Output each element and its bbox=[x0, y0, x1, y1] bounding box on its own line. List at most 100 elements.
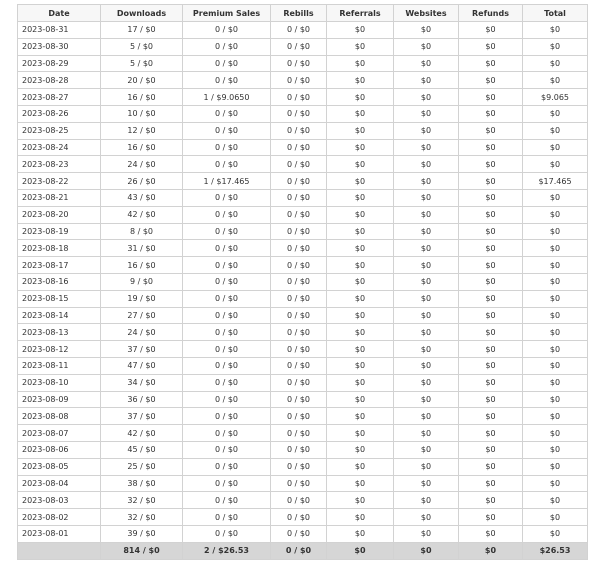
total-cell: $0 bbox=[522, 474, 588, 493]
total-cell: $0 bbox=[522, 340, 588, 358]
websites-cell: $0 bbox=[393, 104, 459, 123]
date-cell: 2023-08-15 bbox=[17, 289, 101, 308]
premium-sales-cell: 0 / $0 bbox=[182, 121, 271, 140]
downloads-cell: 5 / $0 bbox=[100, 54, 183, 73]
column-header-downloads[interactable]: Downloads bbox=[100, 4, 183, 22]
refunds-cell: $0 bbox=[458, 340, 523, 358]
refunds-cell: $0 bbox=[458, 188, 523, 207]
totals-premium-sales-cell: 2 / $26.53 bbox=[182, 541, 271, 560]
date-cell: 2023-08-22 bbox=[17, 172, 101, 190]
table-row: 2023-08-12 37 / $0 0 / $0 0 / $0 $0 $0 $0 $0 bbox=[17, 340, 588, 358]
downloads-cell: 25 / $0 bbox=[100, 457, 183, 476]
referrals-cell: $0 bbox=[326, 457, 394, 476]
referrals-cell: $0 bbox=[326, 390, 394, 409]
table-row: 2023-08-27 16 / $0 1 / $9.0650 0 / $0 $0 $0 $0… bbox=[17, 88, 588, 106]
referrals-cell: $0 bbox=[326, 524, 394, 543]
rebills-cell: 0 / $0 bbox=[270, 71, 327, 90]
date-cell: 2023-08-30 bbox=[17, 37, 101, 56]
premium-sales-cell: 0 / $0 bbox=[182, 239, 271, 258]
premium-sales-cell: 0 / $0 bbox=[182, 474, 271, 493]
websites-cell: $0 bbox=[393, 71, 459, 90]
refunds-cell: $0 bbox=[458, 205, 523, 224]
column-header-total[interactable]: Total bbox=[522, 4, 588, 22]
premium-sales-cell: 0 / $0 bbox=[182, 71, 271, 90]
referrals-cell: $0 bbox=[326, 88, 394, 106]
column-header-rebills[interactable]: Rebills bbox=[270, 4, 327, 22]
column-header-date[interactable]: Date bbox=[17, 4, 101, 22]
refunds-cell: $0 bbox=[458, 239, 523, 258]
downloads-cell: 32 / $0 bbox=[100, 491, 183, 510]
rebills-cell: 0 / $0 bbox=[270, 138, 327, 157]
table-row: 2023-08-06 45 / $0 0 / $0 0 / $0 $0 $0 $0 $0 bbox=[17, 440, 588, 459]
total-cell: $0 bbox=[522, 138, 588, 157]
referrals-cell: $0 bbox=[326, 356, 394, 375]
refunds-cell: $0 bbox=[458, 306, 523, 325]
total-cell: $0 bbox=[522, 155, 588, 174]
downloads-cell: 12 / $0 bbox=[100, 121, 183, 140]
referrals-cell: $0 bbox=[326, 323, 394, 342]
referrals-cell: $0 bbox=[326, 256, 394, 274]
refunds-cell: $0 bbox=[458, 491, 523, 510]
table-row: 2023-08-18 31 / $0 0 / $0 0 / $0 $0 $0 $0 $0 bbox=[17, 239, 588, 258]
total-cell: $17.465 bbox=[522, 172, 588, 190]
downloads-cell: 47 / $0 bbox=[100, 356, 183, 375]
table-row: 2023-08-31 17 / $0 0 / $0 0 / $0 $0 $0 $0 $0 bbox=[17, 21, 588, 39]
referrals-cell: $0 bbox=[326, 71, 394, 90]
column-header-websites[interactable]: Websites bbox=[393, 4, 459, 22]
referrals-cell: $0 bbox=[326, 37, 394, 56]
total-cell: $0 bbox=[522, 491, 588, 510]
column-header-referrals[interactable]: Referrals bbox=[326, 4, 394, 22]
websites-cell: $0 bbox=[393, 256, 459, 274]
premium-sales-cell: 0 / $0 bbox=[182, 491, 271, 510]
total-cell: $0 bbox=[522, 54, 588, 73]
websites-cell: $0 bbox=[393, 407, 459, 426]
table-row: 2023-08-25 12 / $0 0 / $0 0 / $0 $0 $0 $0 $0 bbox=[17, 121, 588, 140]
date-cell: 2023-08-31 bbox=[17, 21, 101, 39]
premium-sales-cell: 0 / $0 bbox=[182, 340, 271, 358]
premium-sales-cell: 0 / $0 bbox=[182, 440, 271, 459]
refunds-cell: $0 bbox=[458, 88, 523, 106]
premium-sales-cell: 1 / $9.0650 bbox=[182, 88, 271, 106]
date-cell: 2023-08-08 bbox=[17, 407, 101, 426]
total-cell: $9.065 bbox=[522, 88, 588, 106]
websites-cell: $0 bbox=[393, 289, 459, 308]
total-cell: $0 bbox=[522, 390, 588, 409]
stats-table: Date Downloads Premium Sales Rebills Ref… bbox=[17, 4, 588, 560]
websites-cell: $0 bbox=[393, 373, 459, 392]
date-cell: 2023-08-21 bbox=[17, 188, 101, 207]
refunds-cell: $0 bbox=[458, 474, 523, 493]
table-row: 2023-08-07 42 / $0 0 / $0 0 / $0 $0 $0 $0 $0 bbox=[17, 424, 588, 442]
referrals-cell: $0 bbox=[326, 188, 394, 207]
refunds-cell: $0 bbox=[458, 37, 523, 56]
column-header-refunds[interactable]: Refunds bbox=[458, 4, 523, 22]
column-header-premium-sales[interactable]: Premium Sales bbox=[182, 4, 271, 22]
downloads-cell: 16 / $0 bbox=[100, 88, 183, 106]
referrals-cell: $0 bbox=[326, 491, 394, 510]
referrals-cell: $0 bbox=[326, 508, 394, 526]
date-cell: 2023-08-27 bbox=[17, 88, 101, 106]
referrals-cell: $0 bbox=[326, 272, 394, 291]
premium-sales-cell: 0 / $0 bbox=[182, 306, 271, 325]
total-cell: $0 bbox=[522, 188, 588, 207]
downloads-cell: 42 / $0 bbox=[100, 205, 183, 224]
total-cell: $0 bbox=[522, 440, 588, 459]
date-cell: 2023-08-09 bbox=[17, 390, 101, 409]
refunds-cell: $0 bbox=[458, 524, 523, 543]
date-cell: 2023-08-01 bbox=[17, 524, 101, 543]
websites-cell: $0 bbox=[393, 457, 459, 476]
downloads-cell: 10 / $0 bbox=[100, 104, 183, 123]
table-row: 2023-08-20 42 / $0 0 / $0 0 / $0 $0 $0 $0 $0 bbox=[17, 205, 588, 224]
websites-cell: $0 bbox=[393, 491, 459, 510]
date-cell: 2023-08-29 bbox=[17, 54, 101, 73]
refunds-cell: $0 bbox=[458, 407, 523, 426]
rebills-cell: 0 / $0 bbox=[270, 340, 327, 358]
rebills-cell: 0 / $0 bbox=[270, 104, 327, 123]
referrals-cell: $0 bbox=[326, 340, 394, 358]
date-cell: 2023-08-25 bbox=[17, 121, 101, 140]
websites-cell: $0 bbox=[393, 272, 459, 291]
rebills-cell: 0 / $0 bbox=[270, 21, 327, 39]
total-cell: $0 bbox=[522, 306, 588, 325]
premium-sales-cell: 0 / $0 bbox=[182, 457, 271, 476]
websites-cell: $0 bbox=[393, 121, 459, 140]
refunds-cell: $0 bbox=[458, 138, 523, 157]
